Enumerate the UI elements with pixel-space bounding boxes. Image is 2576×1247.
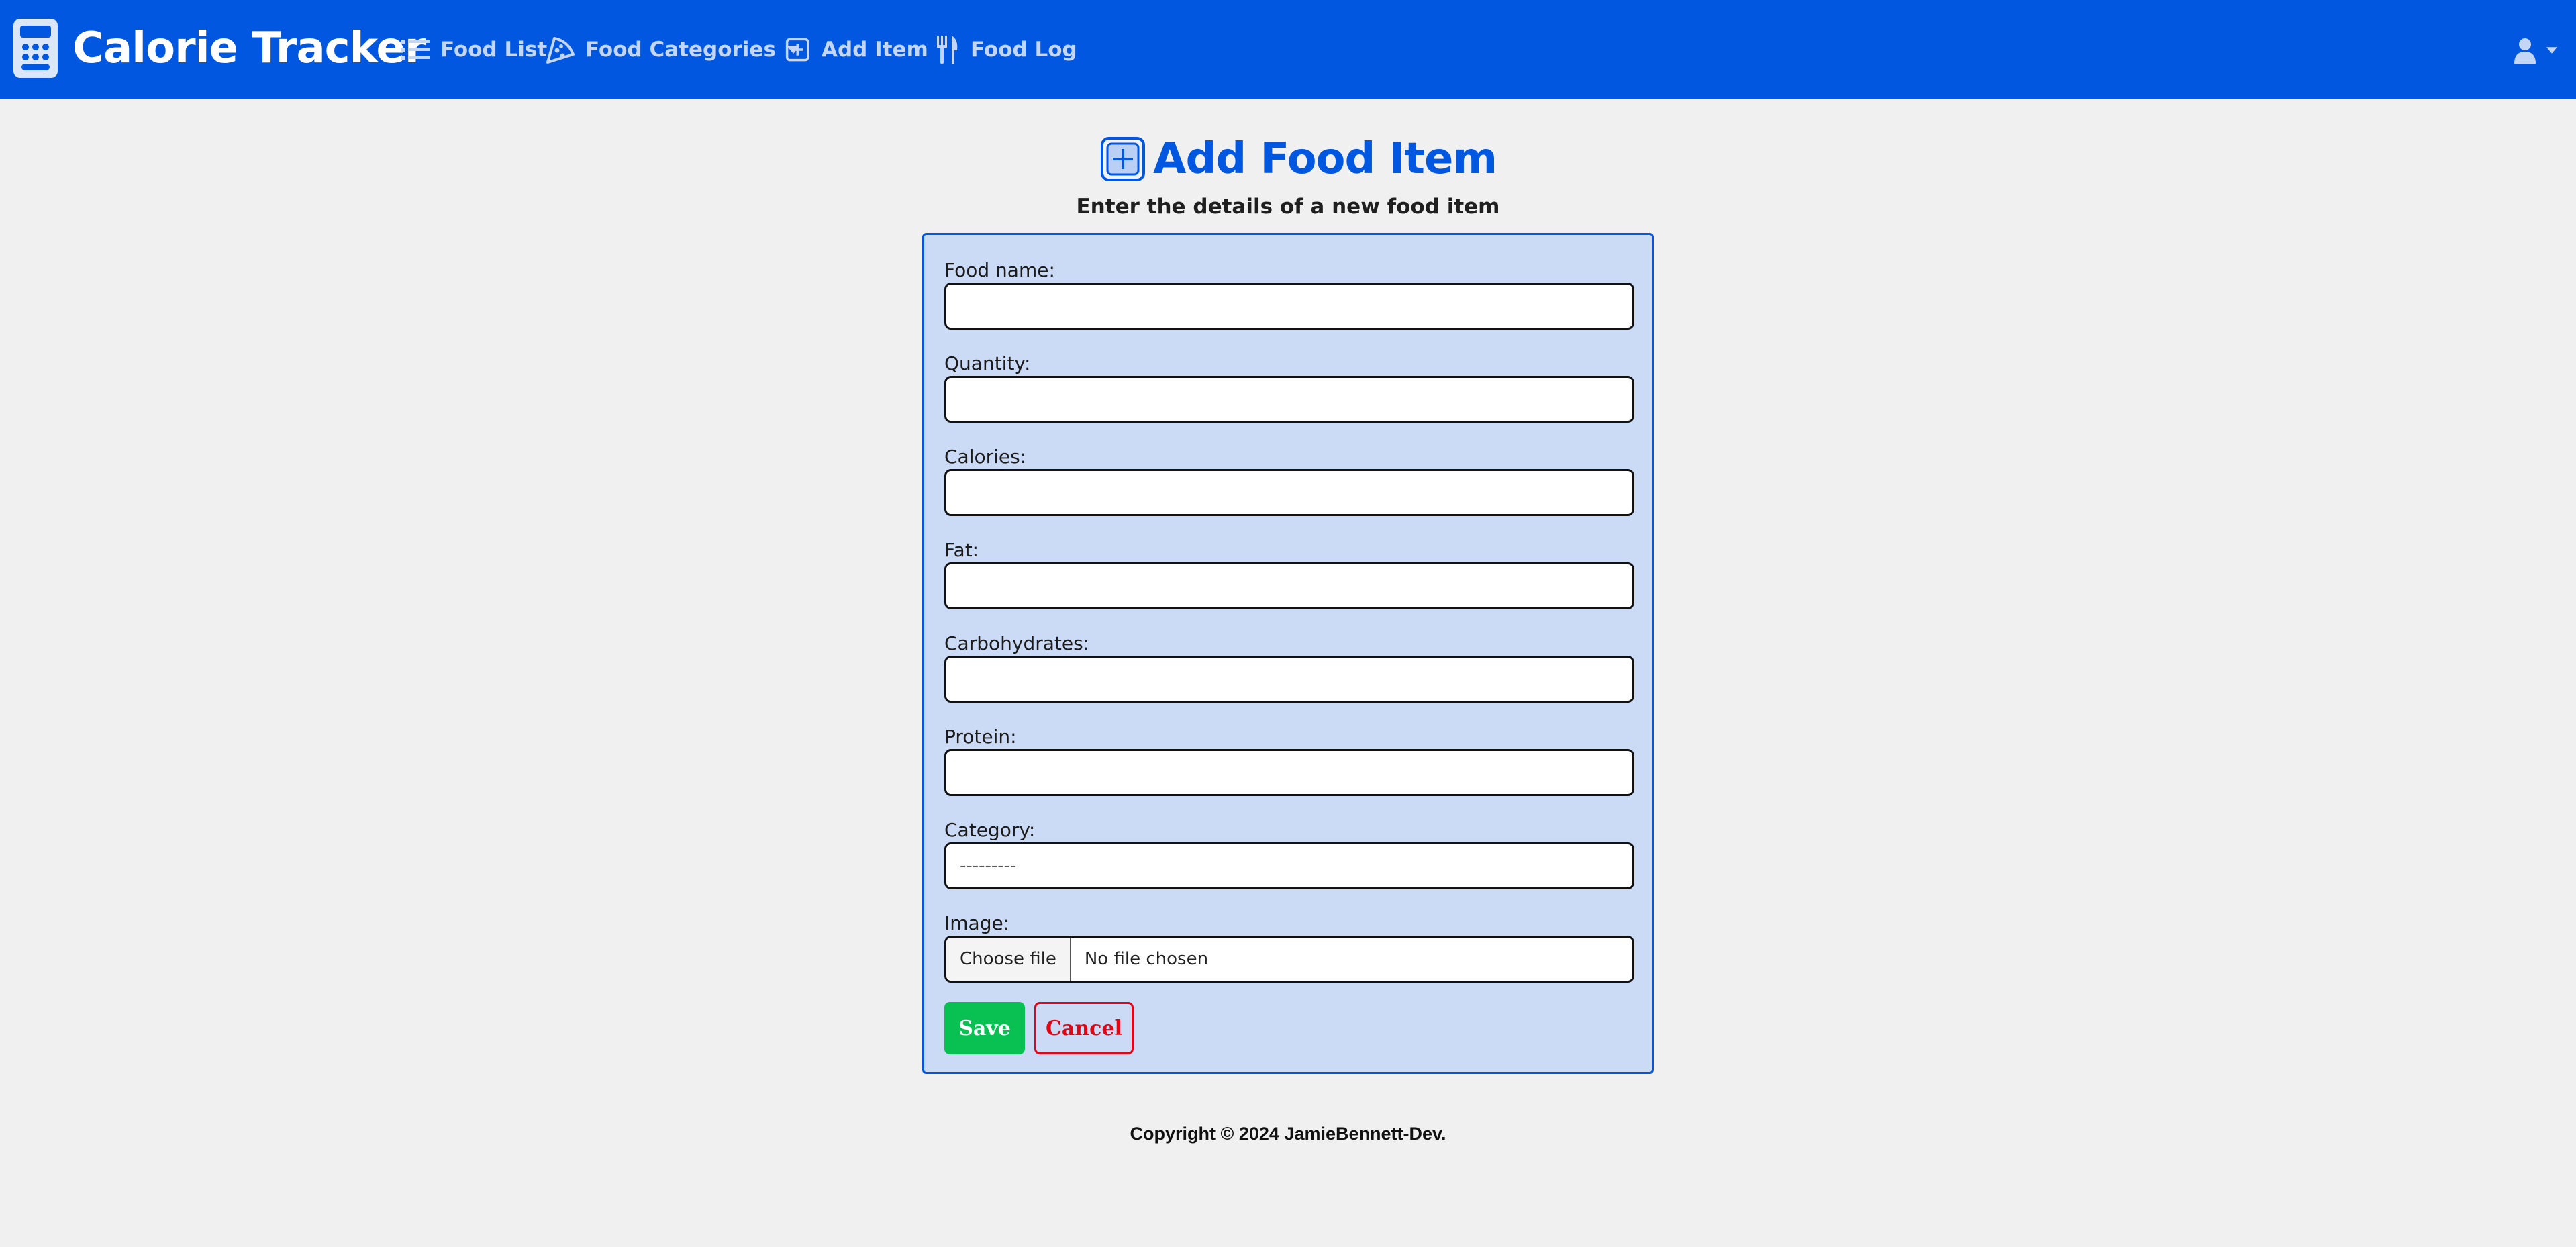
navbar: Calorie Tracker Food List Food Categorie… [0, 0, 2576, 99]
pizza-icon [546, 37, 575, 64]
nav-add-item-label: Add Item [822, 38, 928, 62]
user-icon [2514, 38, 2536, 64]
nav-food-list[interactable]: Food List [400, 31, 547, 68]
save-button[interactable]: Save [944, 1002, 1025, 1054]
category-selected-value: --------- [960, 856, 1017, 876]
food-name-input[interactable] [944, 283, 1634, 330]
nav-food-categories-label: Food Categories [585, 38, 776, 62]
add-food-form: Food name: Quantity: Calories: Fat: Carb… [922, 233, 1654, 1074]
brand-link[interactable]: Calorie Tracker [12, 17, 426, 79]
list-icon [401, 40, 430, 60]
calories-input[interactable] [944, 469, 1634, 516]
nav-food-log[interactable]: Food Log [934, 31, 1077, 68]
nav-food-categories[interactable]: Food Categories [545, 31, 800, 68]
fat-input[interactable] [944, 562, 1634, 609]
user-menu[interactable] [2513, 35, 2557, 66]
food-name-label: Food name: [944, 259, 1055, 281]
calories-label: Calories: [944, 446, 1027, 468]
nav-add-item[interactable]: Add Item [785, 31, 928, 68]
brand-title: Calorie Tracker [72, 23, 426, 73]
fat-label: Fat: [944, 539, 979, 561]
carbohydrates-label: Carbohydrates: [944, 632, 1090, 654]
category-label: Category: [944, 819, 1036, 841]
chevron-down-icon [2546, 47, 2557, 54]
protein-label: Protein: [944, 726, 1017, 748]
image-file-input[interactable]: Choose file No file chosen [944, 936, 1634, 983]
nav-food-log-label: Food Log [971, 38, 1077, 62]
quantity-label: Quantity: [944, 352, 1031, 375]
footer-copyright: Copyright © 2024 JamieBennett-Dev. [1130, 1124, 1446, 1144]
utensils-icon [937, 36, 958, 64]
category-select[interactable]: --------- [944, 842, 1634, 889]
page-title: Add Food Item [1101, 130, 1497, 188]
file-status-text: No file chosen [1084, 949, 1209, 969]
quantity-input[interactable] [944, 376, 1634, 423]
protein-input[interactable] [944, 749, 1634, 796]
carbohydrates-input[interactable] [944, 656, 1634, 703]
choose-file-button[interactable]: Choose file [946, 938, 1071, 981]
page-subtitle: Enter the details of a new food item [1076, 195, 1500, 219]
page-title-text: Add Food Item [1153, 134, 1497, 184]
image-label: Image: [944, 912, 1010, 934]
plus-square-icon [1101, 137, 1145, 181]
calculator-icon [13, 19, 58, 78]
cancel-button[interactable]: Cancel [1034, 1002, 1134, 1054]
nav-food-list-label: Food List [440, 38, 548, 62]
plus-square-icon [785, 38, 809, 62]
